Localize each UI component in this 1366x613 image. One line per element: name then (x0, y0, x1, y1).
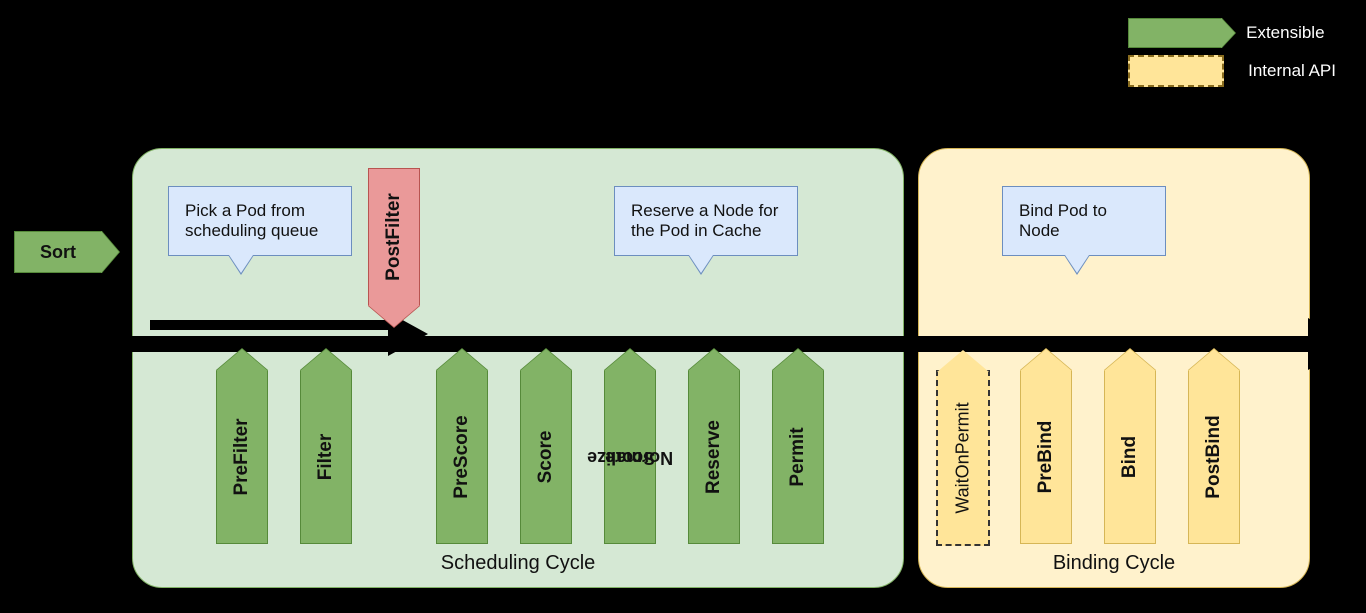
plugin-permit: Permit (772, 370, 824, 544)
legend-row-extensible: Extensible (1128, 18, 1336, 48)
plugin-prescore: PreScore (436, 370, 488, 544)
plugin-postfilter: PostFilter (368, 168, 420, 306)
plugin-waitonpermit: WaitOnPermit (936, 370, 990, 546)
plugin-prefilter-label: PreFilter (231, 418, 253, 495)
scheduling-cycle-label: Scheduling Cycle (133, 552, 903, 575)
plugin-normalizescore: NormalizeScore (604, 370, 656, 544)
callout-bind-pod: Bind Pod to Node (1002, 186, 1166, 256)
plugin-score-label: Score (535, 431, 557, 484)
legend: Extensible Internal API (1128, 18, 1336, 94)
plugin-filter-label: Filter (315, 434, 337, 480)
legend-label-internal: Internal API (1248, 61, 1336, 81)
binding-cycle-label: Binding Cycle (919, 552, 1309, 575)
plugin-waitonpermit-label: WaitOnPermit (953, 402, 974, 513)
legend-chip-internal (1128, 55, 1224, 87)
plugin-reserve-label: Reserve (703, 420, 725, 494)
plugin-prescore-label: PreScore (451, 415, 473, 498)
callout-reserve-node: Reserve a Node for the Pod in Cache (614, 186, 798, 256)
plugin-postbind-label: PostBind (1203, 415, 1225, 498)
plugin-permit-label: Permit (787, 427, 809, 486)
plugin-prefilter: PreFilter (216, 370, 268, 544)
plugin-bind-label: Bind (1119, 436, 1141, 478)
callout-pick-pod: Pick a Pod from scheduling queue (168, 186, 352, 256)
plugin-postbind: PostBind (1188, 370, 1240, 544)
legend-chip-extensible (1128, 18, 1222, 48)
sort-plugin: Sort (14, 231, 102, 273)
plugin-filter: Filter (300, 370, 352, 544)
plugin-postfilter-label: PostFilter (383, 193, 405, 281)
legend-label-extensible: Extensible (1246, 23, 1324, 43)
sort-label: Sort (40, 242, 76, 263)
plugin-bind: Bind (1104, 370, 1156, 544)
plugin-prebind-label: PreBind (1035, 421, 1057, 494)
legend-row-internal: Internal API (1128, 56, 1336, 86)
plugin-reserve: Reserve (688, 370, 740, 544)
queue-arrow-top (150, 320, 388, 330)
scheduler-framework-diagram: Extensible Internal API Scheduling Cycle… (0, 0, 1366, 613)
plugin-prebind: PreBind (1020, 370, 1072, 544)
plugin-score: Score (520, 370, 572, 544)
